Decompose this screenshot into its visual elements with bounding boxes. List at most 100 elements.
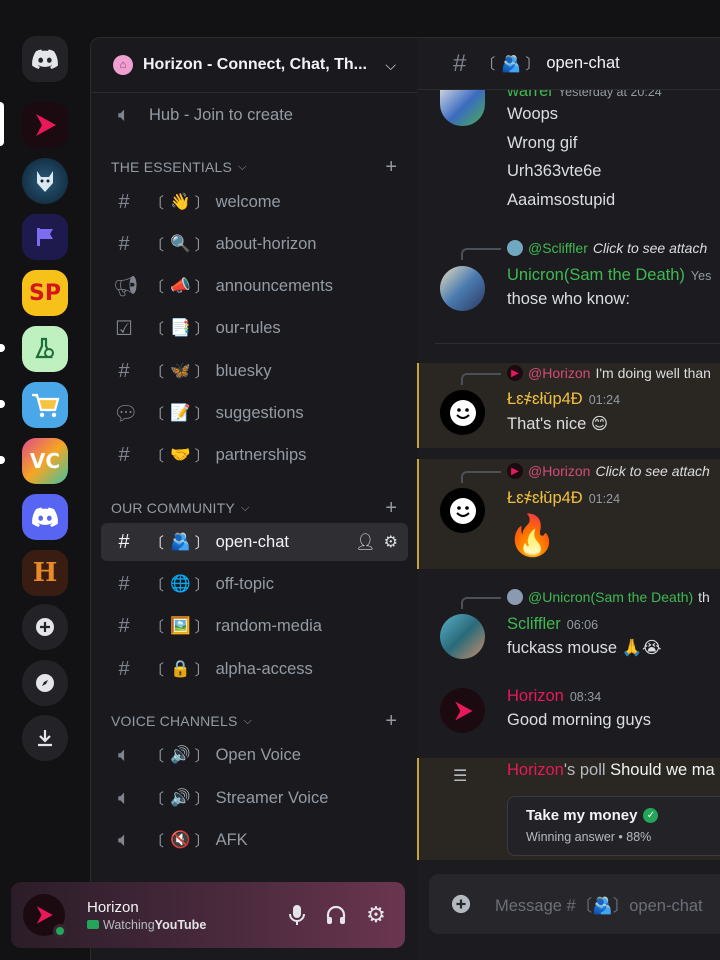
user-settings-button[interactable]: ⚙︎: [363, 902, 389, 928]
reply-avatar-icon: [507, 589, 523, 605]
unread-indicator: [0, 344, 5, 352]
download-apps-button[interactable]: [22, 715, 68, 761]
reply-text: th: [698, 589, 710, 605]
user-avatar[interactable]: [440, 688, 485, 733]
category-voice[interactable]: VOICE CHANNELS ⌵: [111, 713, 252, 729]
poll-option[interactable]: Take my money ✓: [526, 807, 718, 824]
server-horizon[interactable]: [22, 102, 68, 148]
channel-emoji: 🌐: [170, 574, 191, 593]
activity-app: YouTube: [154, 917, 207, 932]
channel-sidebar: ⌂ Horizon - Connect, Chat, Th... ⌵ 🔈︎ Hu…: [90, 37, 418, 960]
channel-emoji: 📝: [170, 403, 191, 422]
deafen-button[interactable]: [323, 902, 349, 928]
message-author[interactable]: Łɛ҂ɛłǔp4Đ 01:24: [507, 390, 620, 409]
reply-mention: @Horizon: [528, 463, 591, 479]
channel-welcome[interactable]: # 〔 👋 〕 welcome: [101, 183, 408, 221]
server-vc[interactable]: VC: [22, 438, 68, 484]
mute-button[interactable]: [284, 902, 310, 928]
discord-logo-icon: [32, 49, 58, 69]
user-avatar[interactable]: [440, 614, 485, 659]
chevron-down-icon: ⌵: [238, 160, 247, 173]
create-channel-icon[interactable]: +: [385, 497, 397, 520]
add-attachment-icon[interactable]: [451, 894, 471, 914]
server-sp[interactable]: SP: [22, 270, 68, 316]
user-avatar[interactable]: [440, 390, 485, 435]
channel-hub-voice[interactable]: 🔈︎ Hub - Join to create: [101, 96, 408, 134]
channel-alpha-access[interactable]: # 〔 🔒 〕 alpha-access: [101, 650, 408, 688]
server-wolf[interactable]: [22, 158, 68, 204]
reply-preview[interactable]: @Unicron(Sam the Death) th: [507, 589, 710, 605]
channel-streamer-voice[interactable]: 🔈︎ 〔 🔊 〕 Streamer Voice: [101, 779, 408, 817]
guild-header[interactable]: ⌂ Horizon - Connect, Chat, Th... ⌵: [91, 38, 418, 93]
text-channel-icon: #: [118, 232, 130, 255]
user-avatar[interactable]: [440, 90, 485, 126]
category-essentials[interactable]: THE ESSENTIALS ⌵: [111, 159, 247, 175]
message-input[interactable]: Message #〔🫂〕open-chat: [495, 892, 703, 916]
bracket-left: 〔: [149, 278, 165, 296]
channel-suggestions[interactable]: 💬︎ 〔 📝 〕 suggestions: [101, 394, 408, 432]
user-avatar[interactable]: [440, 488, 485, 533]
message-author[interactable]: Horizon 08:34: [507, 687, 601, 706]
check-circle-icon: ✓: [643, 808, 659, 823]
bracket-right: 〕: [194, 447, 210, 465]
bracket-left: 〔: [149, 576, 165, 594]
smiley-face-icon: [449, 497, 476, 524]
direct-messages-button[interactable]: [22, 36, 68, 82]
reply-text: I'm doing well than: [595, 365, 711, 381]
horizon-logo-icon: ▶: [507, 365, 523, 381]
channel-about-horizon[interactable]: # 〔 🔍 〕 about-horizon: [101, 225, 408, 263]
text-channel-icon: #: [453, 49, 467, 77]
add-server-button[interactable]: [22, 604, 68, 650]
message-author[interactable]: Łɛ҂ɛłǔp4Đ 01:24: [507, 489, 620, 508]
channel-bluesky[interactable]: # 〔 🦋 〕 bluesky: [101, 352, 408, 390]
channel-label: AFK: [215, 830, 248, 849]
reply-text: Click to see attach: [595, 463, 710, 479]
channel-open-chat[interactable]: # 〔 🫂 〕 open-chat 👤︎ ⚙︎: [101, 523, 408, 561]
message-author[interactable]: Unicron(Sam the Death) Yes: [507, 266, 711, 285]
poll-card[interactable]: Take my money ✓ Winning answer • 88%: [507, 796, 720, 856]
channel-afk[interactable]: 🔈︎ 〔 🔇 〕 AFK: [101, 821, 408, 859]
server-cart[interactable]: [22, 382, 68, 428]
message-author[interactable]: Scliffler 06:06: [507, 615, 598, 634]
channel-random-media[interactable]: # 〔 🖼️ 〕 random-media: [101, 607, 408, 645]
discover-button[interactable]: [22, 660, 68, 706]
reply-mention: @Horizon: [528, 365, 591, 381]
reply-text: Click to see attach: [592, 240, 708, 256]
channel-off-topic[interactable]: # 〔 🌐 〕 off-topic: [101, 565, 408, 603]
bracket-left: 〔: [149, 618, 165, 636]
channel-open-voice[interactable]: 🔈︎ 〔 🔊 〕 Open Voice: [101, 736, 408, 774]
channel-label: off-topic: [215, 574, 274, 593]
channel-our-rules[interactable]: ☑︎ 〔 📑 〕 our-rules: [101, 309, 408, 347]
bracket-right: 〕: [194, 278, 210, 296]
category-label: VOICE CHANNELS: [111, 713, 238, 729]
reply-preview[interactable]: ▶ @Horizon I'm doing well than: [507, 365, 711, 381]
server-lab[interactable]: [22, 326, 68, 372]
gear-icon[interactable]: ⚙︎: [384, 532, 398, 552]
user-avatar[interactable]: [440, 266, 485, 311]
activity-prefix: Watching: [103, 917, 155, 932]
reply-preview[interactable]: ▶ @Horizon Click to see attach: [507, 463, 710, 479]
user-avatar[interactable]: [23, 894, 67, 938]
online-status-icon: [53, 924, 67, 938]
channel-emoji: 🫂: [501, 55, 522, 73]
reply-preview[interactable]: @Scliffler Click to see attach: [507, 240, 707, 256]
create-channel-icon[interactable]: +: [385, 156, 397, 179]
reply-avatar-icon: [507, 240, 523, 256]
invite-member-icon[interactable]: 👤︎: [355, 532, 375, 552]
horizon-logo-icon: [454, 700, 473, 721]
poll-icon: ☰: [453, 768, 468, 785]
channel-announcements[interactable]: 📢︎ 〔 📣 〕 announcements: [101, 267, 408, 305]
message-composer[interactable]: Message #〔🫂〕open-chat: [429, 874, 720, 934]
server-discord-blue[interactable]: [22, 494, 68, 540]
user-info[interactable]: Horizon Watching YouTube: [87, 899, 206, 932]
author-name: Unicron(Sam the Death): [507, 266, 685, 284]
channel-emoji: 🔍: [170, 234, 191, 253]
bracket-right: 〕: [525, 56, 541, 73]
channel-partnerships[interactable]: # 〔 🤝 〕 partnerships: [101, 436, 408, 474]
category-community[interactable]: OUR COMMUNITY ⌵: [111, 500, 249, 516]
server-flag[interactable]: [22, 214, 68, 260]
server-h[interactable]: H: [22, 550, 68, 596]
guild-boost-icon: ⌂: [113, 55, 133, 75]
poll-author[interactable]: Horizon: [507, 761, 564, 779]
create-channel-icon[interactable]: +: [385, 710, 397, 733]
